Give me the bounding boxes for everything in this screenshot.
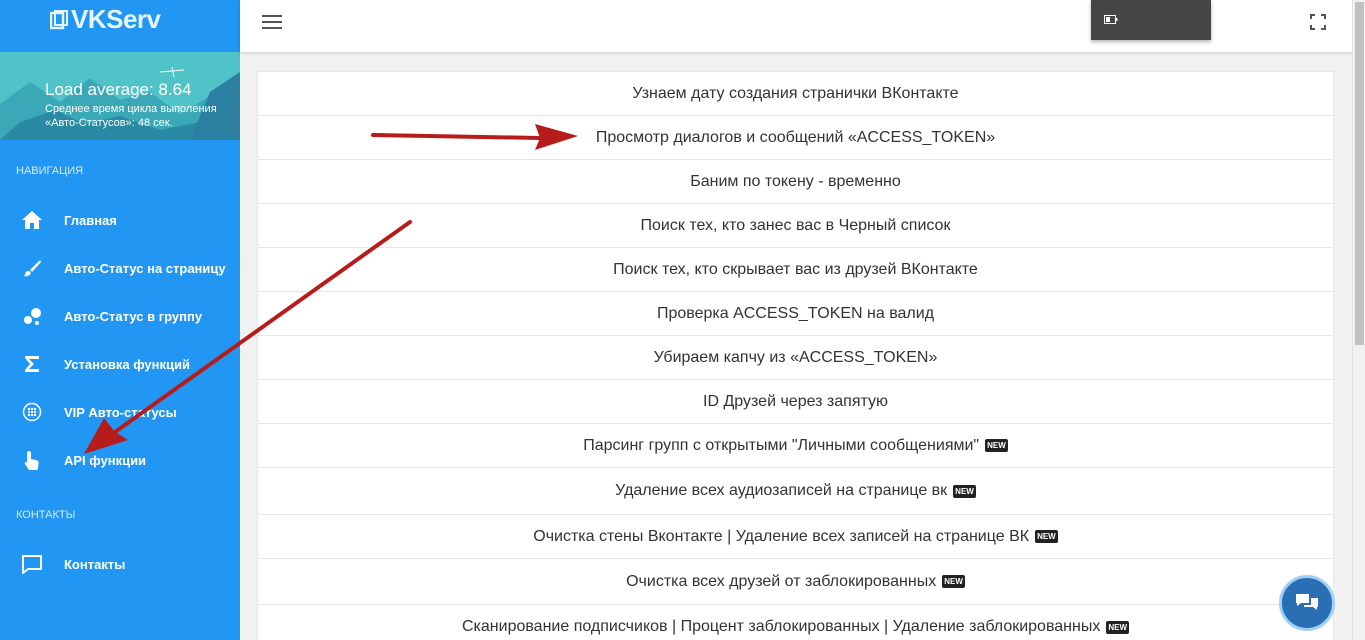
list-item[interactable]: ID Друзей через запятую	[258, 380, 1333, 424]
new-badge-icon: NEW	[953, 484, 976, 498]
sidebar-item-api-functions[interactable]: API функции	[0, 440, 240, 480]
new-badge-icon: NEW	[1106, 620, 1130, 634]
list-item[interactable]: Баним по токену - временно	[258, 160, 1333, 204]
sidebar: VKServ Load average: 8.64 Среднее время …	[0, 0, 240, 640]
page-scrollbar[interactable]	[1352, 0, 1365, 640]
touch-icon	[20, 448, 44, 472]
list-item[interactable]: Сканирование подписчиков | Процент забло…	[258, 605, 1333, 640]
logo-icon	[50, 9, 68, 29]
sigma-icon	[20, 352, 44, 376]
list-item[interactable]: Убираем капчу из «ACCESS_TOKEN»	[258, 336, 1333, 380]
list-item-label: Очистка стены Вконтакте | Удаление всех …	[533, 527, 1030, 545]
sidebar-item-label: Авто-Статус в группу	[64, 308, 203, 324]
list-item-label: ID Друзей через запятую	[703, 392, 888, 410]
sidebar-item-label: VIP Авто-статусы	[64, 404, 177, 420]
list-item-label: Узнаем дату создания странички ВКонтакте	[632, 84, 959, 102]
new-badge-icon: NEW	[1035, 530, 1058, 543]
list-item-label: Парсинг групп с открытыми "Личными сообщ…	[583, 436, 980, 454]
live-chat-button[interactable]	[1279, 575, 1335, 631]
sidebar-item-vip-autostatus[interactable]: VIP Авто-статусы	[0, 392, 240, 432]
list-item[interactable]: Очистка всех друзей от заблокированных NE…	[258, 559, 1333, 605]
contacts-header: КОНТАКТЫ	[16, 509, 76, 521]
sidebar-item-install-functions[interactable]: Установка функций	[0, 344, 240, 384]
new-badge-icon: NEW	[942, 575, 965, 588]
list-item-label: Просмотр диалогов и сообщений «ACCESS_TO…	[595, 128, 996, 146]
hero-banner: Load average: 8.64 Среднее время цикла в…	[0, 52, 240, 140]
list-item[interactable]: Просмотр диалогов и сообщений «ACCESS_TO…	[258, 116, 1333, 160]
sidebar-item-home[interactable]: Главная	[0, 200, 240, 240]
nav-header: НАВИГАЦИЯ	[16, 165, 84, 177]
list-item-label: Убираем капчу из «ACCESS_TOKEN»	[653, 348, 938, 366]
sidebar-item-label: Авто-Статус на страницу	[64, 260, 226, 276]
list-item[interactable]: Узнаем дату создания странички ВКонтакте	[258, 72, 1333, 116]
list-item-label: Поиск тех, кто занес вас в Черный список	[640, 216, 951, 234]
list-item[interactable]: Поиск тех, кто занес вас в Черный список	[258, 204, 1333, 248]
globe-icon	[20, 400, 44, 424]
sidebar-item-label: Главная	[64, 212, 117, 228]
sidebar-item-label: API функции	[64, 452, 147, 468]
topbar	[240, 0, 1352, 52]
cycle-time: Среднее время цикла выполения «Авто-Стат…	[45, 103, 217, 129]
home-icon	[20, 208, 44, 232]
sidebar-item-autostatus-group[interactable]: Авто-Статус в группу	[0, 296, 240, 336]
new-badge-icon: NEW	[985, 439, 1008, 452]
list-item-label: Поиск тех, кто скрывает вас из друзей ВК…	[613, 260, 978, 278]
bubbles-icon	[20, 304, 44, 328]
list-item-label: Проверка ACCESS_TOKEN на валид	[656, 304, 935, 322]
list-item[interactable]: Удаление всех аудиозаписей на странице в…	[258, 468, 1333, 515]
list-item[interactable]: Парсинг групп с открытыми "Личными сообщ…	[258, 424, 1333, 468]
logo[interactable]: VKServ	[0, 0, 240, 52]
sidebar-item-contacts[interactable]: Контакты	[0, 544, 240, 584]
list-item-label: Удаление всех аудиозаписей на странице в…	[615, 482, 948, 499]
list-item[interactable]: Проверка ACCESS_TOKEN на валид	[258, 292, 1333, 336]
chat-bubbles-icon	[1296, 594, 1318, 610]
list-item[interactable]: Поиск тех, кто скрывает вас из друзей ВК…	[258, 248, 1333, 292]
chat-icon	[20, 552, 44, 576]
menu-toggle-icon[interactable]	[262, 15, 282, 31]
sidebar-item-autostatus-page[interactable]: Авто-Статус на страницу	[0, 248, 240, 288]
battery-icon	[1104, 15, 1118, 24]
list-item-label: Очистка всех друзей от заблокированных	[626, 572, 937, 590]
brush-icon	[20, 256, 44, 280]
list-item-label: Сканирование подписчиков | Процент забло…	[461, 618, 1101, 635]
scroll-thumb[interactable]	[1355, 2, 1364, 345]
sidebar-item-label: Установка функций	[64, 356, 190, 372]
sidebar-item-label: Контакты	[64, 556, 126, 572]
list-item[interactable]: Очистка стены Вконтакте | Удаление всех …	[258, 515, 1333, 559]
notification-popup[interactable]	[1091, 0, 1211, 40]
functions-list: Узнаем дату создания странички ВКонтакте…	[257, 71, 1334, 640]
logo-text: VKServ	[71, 4, 161, 34]
load-average: Load average: 8.64	[45, 80, 192, 99]
fullscreen-icon[interactable]	[1310, 14, 1326, 30]
list-item-label: Баним по токену - временно	[690, 172, 901, 190]
